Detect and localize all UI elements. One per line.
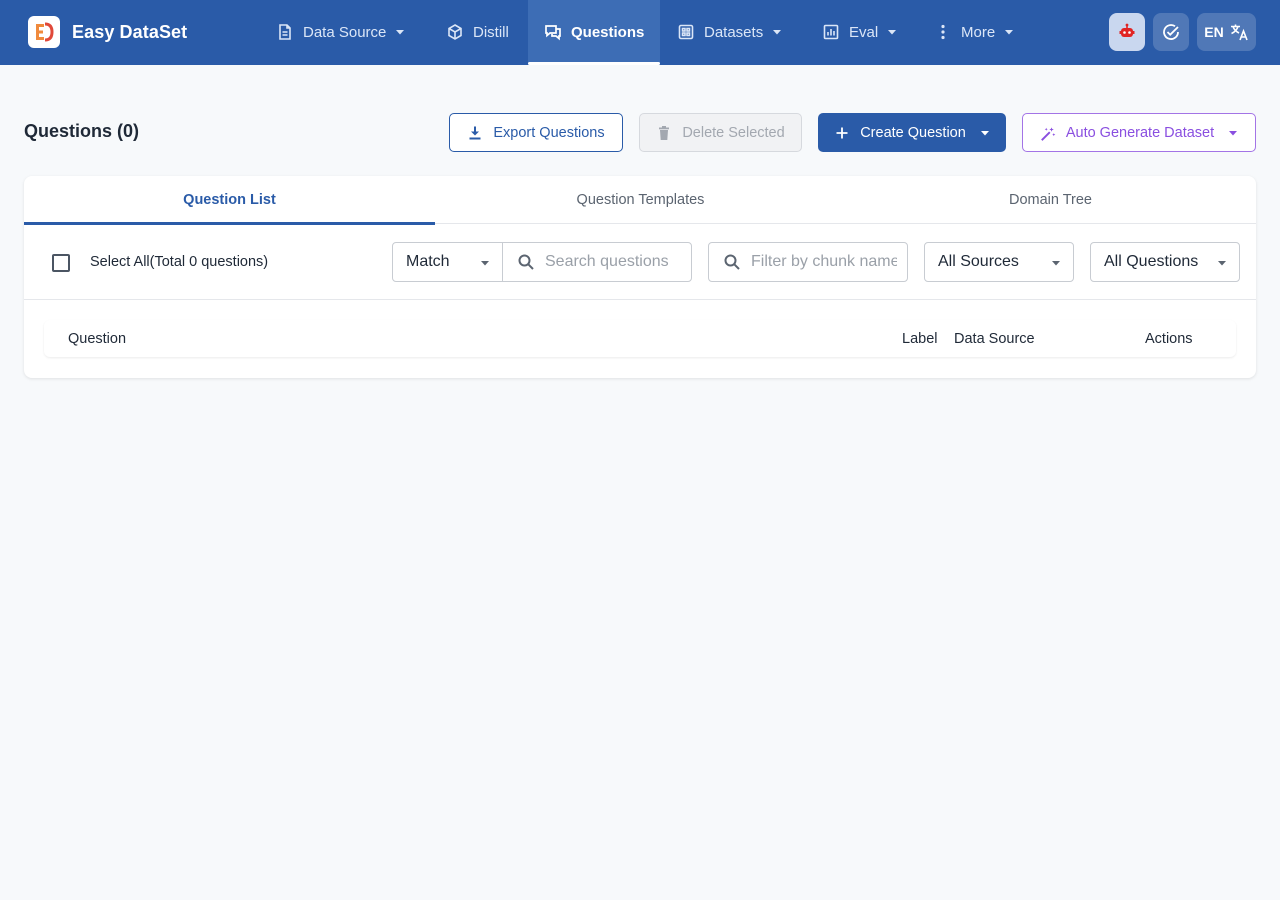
chevron-down-icon bbox=[1051, 258, 1061, 268]
chunk-filter-input[interactable] bbox=[751, 253, 897, 271]
chevron-down-icon bbox=[1217, 258, 1227, 268]
nav-more[interactable]: More bbox=[934, 0, 1014, 64]
bar-chart-icon bbox=[822, 23, 840, 41]
download-icon bbox=[467, 125, 483, 141]
select-value: Match bbox=[406, 253, 450, 270]
column-data-source[interactable]: Data Source bbox=[954, 331, 1035, 347]
tab-domain-tree[interactable]: Domain Tree bbox=[845, 176, 1256, 224]
tab-bar: Question List Question Templates Domain … bbox=[24, 176, 1256, 225]
tab-question-templates[interactable]: Question Templates bbox=[435, 176, 846, 224]
table-header: Question Label Data Source Actions bbox=[44, 320, 1236, 357]
questions-card: Question List Question Templates Domain … bbox=[24, 176, 1256, 378]
delete-selected-button[interactable]: Delete Selected bbox=[639, 113, 802, 152]
select-all-checkbox[interactable] bbox=[52, 254, 70, 272]
nav-label: Questions bbox=[571, 23, 645, 41]
page-title: Questions (0) bbox=[24, 121, 140, 141]
search-icon bbox=[723, 253, 741, 271]
brand[interactable]: Easy DataSet bbox=[28, 16, 187, 48]
nav-label: More bbox=[961, 23, 996, 41]
column-question[interactable]: Question bbox=[68, 331, 126, 347]
chevron-down-icon bbox=[980, 128, 990, 138]
select-value: All Questions bbox=[1104, 253, 1199, 270]
chat-icon bbox=[544, 23, 562, 41]
match-mode-select[interactable]: Match bbox=[392, 242, 503, 282]
magic-wand-icon bbox=[1040, 125, 1056, 141]
button-label: Create Question bbox=[860, 124, 966, 141]
nav-label: Eval bbox=[849, 23, 879, 41]
nav-distill[interactable]: Distill bbox=[446, 0, 509, 64]
auto-generate-dataset-button[interactable]: Auto Generate Dataset bbox=[1022, 113, 1256, 152]
chunk-filter-field bbox=[708, 242, 908, 282]
button-label: Delete Selected bbox=[682, 124, 785, 141]
grid-icon bbox=[677, 23, 695, 41]
column-actions: Actions bbox=[1145, 331, 1193, 347]
search-icon bbox=[517, 253, 535, 271]
chevron-down-icon bbox=[480, 258, 490, 268]
more-vertical-icon bbox=[934, 23, 952, 41]
tab-question-list[interactable]: Question List bbox=[24, 176, 435, 225]
nav-eval[interactable]: Eval bbox=[822, 0, 897, 64]
check-circle-icon bbox=[1161, 22, 1181, 42]
top-navbar: Easy DataSet Data Source Distill Questio… bbox=[0, 0, 1280, 65]
create-question-button[interactable]: Create Question bbox=[818, 113, 1006, 152]
chevron-down-icon bbox=[395, 27, 405, 37]
filter-bar: Select All(Total 0 questions) Match All … bbox=[24, 224, 1256, 300]
document-icon bbox=[276, 23, 294, 41]
nav-questions[interactable]: Questions bbox=[528, 0, 660, 65]
select-all-label: Select All(Total 0 questions) bbox=[90, 254, 269, 270]
nav-datasets[interactable]: Datasets bbox=[677, 0, 782, 64]
search-input[interactable] bbox=[545, 253, 685, 271]
chevron-down-icon bbox=[772, 27, 782, 37]
tasks-button[interactable] bbox=[1153, 13, 1189, 51]
language-code: EN bbox=[1204, 24, 1224, 40]
question-status-select[interactable]: All Questions bbox=[1090, 242, 1240, 282]
source-select[interactable]: All Sources bbox=[924, 242, 1074, 282]
robot-icon bbox=[1117, 22, 1137, 42]
app-logo-icon bbox=[28, 16, 60, 48]
chevron-down-icon bbox=[887, 27, 897, 37]
trash-icon bbox=[656, 125, 672, 141]
button-label: Export Questions bbox=[493, 124, 605, 141]
app-name: Easy DataSet bbox=[72, 21, 188, 42]
chevron-down-icon bbox=[1228, 128, 1238, 138]
select-value: All Sources bbox=[938, 253, 1019, 270]
robot-button[interactable] bbox=[1109, 13, 1145, 51]
chevron-down-icon bbox=[1004, 27, 1014, 37]
nav-label: Data Source bbox=[303, 23, 387, 41]
nav-data-source[interactable]: Data Source bbox=[276, 0, 405, 64]
language-button[interactable]: EN bbox=[1197, 13, 1256, 51]
plus-icon bbox=[834, 125, 850, 141]
cube-icon bbox=[446, 23, 464, 41]
export-questions-button[interactable]: Export Questions bbox=[449, 113, 623, 152]
column-label[interactable]: Label bbox=[902, 331, 937, 347]
nav-label: Datasets bbox=[704, 23, 764, 41]
button-label: Auto Generate Dataset bbox=[1065, 124, 1215, 141]
search-questions-field bbox=[502, 242, 692, 282]
nav-label: Distill bbox=[473, 23, 509, 41]
translate-icon bbox=[1229, 22, 1249, 42]
